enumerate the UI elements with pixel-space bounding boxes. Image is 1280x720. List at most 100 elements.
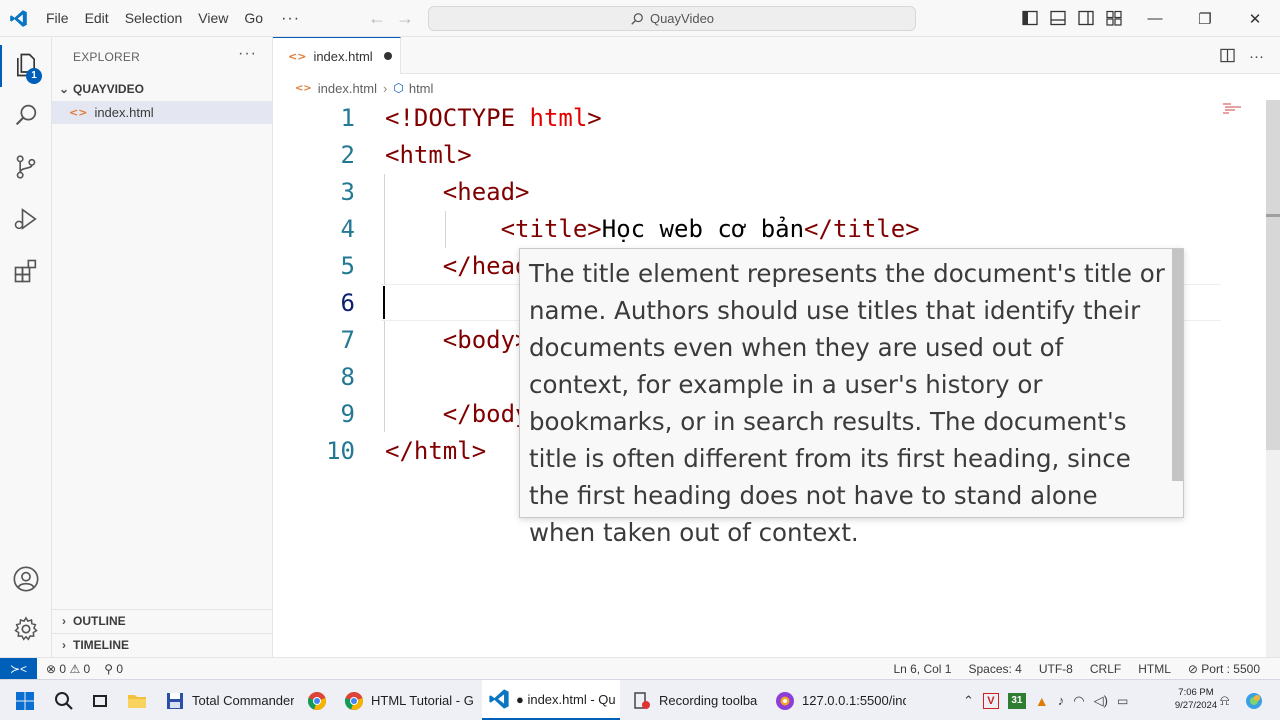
taskbar-label: ● index.html - Qu <box>516 691 616 707</box>
activity-explorer[interactable]: 1 <box>0 41 52 89</box>
calendar-icon[interactable]: 31 <box>1007 692 1026 709</box>
split-editor-icon[interactable] <box>1220 48 1235 63</box>
battery-icon[interactable]: ▭ <box>1117 694 1128 708</box>
sidebar-more-icon[interactable]: ··· <box>238 45 257 63</box>
activity-manage[interactable] <box>0 605 52 653</box>
folder-quayvideo[interactable]: ⌄ QUAYVIDEO <box>52 78 273 100</box>
chevron-right-icon: › <box>62 637 66 652</box>
customize-layout-icon[interactable] <box>1106 10 1122 26</box>
copilot-button[interactable] <box>1243 680 1269 720</box>
sidebar-title: EXPLORER <box>73 50 140 64</box>
live-server-port[interactable]: ⊘ Port : 5500 <box>1188 662 1260 676</box>
timeline-section[interactable]: › TIMELINE <box>52 633 273 655</box>
minimize-icon[interactable]: — <box>1130 0 1180 37</box>
indentation[interactable]: Spaces: 4 <box>968 662 1021 676</box>
taskbar-label: Recording toolba <box>659 693 758 708</box>
toggle-secondary-sidebar-icon[interactable] <box>1078 10 1094 26</box>
code-line[interactable]: 4 <title>Học web cơ bản</title> <box>273 211 1263 248</box>
taskbar-label: 127.0.0.1:5500/ind <box>802 693 906 708</box>
taskbar-chrome[interactable] <box>306 680 332 720</box>
menu-selection[interactable]: Selection <box>117 0 191 37</box>
tray-warning-icon[interactable]: ▲ <box>1035 693 1049 709</box>
file-index-html[interactable]: <> index.html <box>52 101 273 124</box>
notifications-button[interactable]: ⍾ <box>1220 680 1240 720</box>
menu-file[interactable]: File <box>38 0 77 37</box>
hover-tooltip: The title element represents the documen… <box>519 248 1184 547</box>
end-of-line[interactable]: CRLF <box>1090 662 1121 676</box>
hover-scrollbar[interactable] <box>1172 249 1183 481</box>
editor-scrollbar-thumb[interactable] <box>1266 100 1280 450</box>
taskbar-html-tutorial[interactable]: HTML Tutorial - G <box>343 680 474 720</box>
wifi-icon[interactable]: ◠ <box>1073 693 1084 709</box>
line-number: 10 <box>326 437 355 465</box>
tab-index-html[interactable]: <> index.html <box>273 37 401 74</box>
outline-label: OUTLINE <box>73 613 126 628</box>
taskbar-search[interactable] <box>53 680 79 720</box>
html-file-icon: <> <box>69 106 88 119</box>
activity-source-control[interactable] <box>0 143 52 191</box>
system-clock[interactable]: 7:06 PM 9/27/2024 <box>1172 686 1220 712</box>
no-entry-icon: ⊘ <box>1187 662 1198 676</box>
file-explorer-button[interactable] <box>126 680 152 720</box>
menu-go[interactable]: Go <box>236 0 271 37</box>
line-number: 4 <box>340 215 355 243</box>
code-token: Học web cơ bản <box>601 215 805 243</box>
close-icon[interactable]: ✕ <box>1230 0 1280 37</box>
taskbar-total-commander[interactable]: Total Commander <box>164 680 294 720</box>
unsaved-dot-icon[interactable] <box>383 52 392 60</box>
chrome-icon <box>307 691 327 710</box>
bell-icon: ⍾ <box>1220 692 1230 708</box>
line-number: 7 <box>340 326 355 354</box>
code-token: </html> <box>385 437 487 465</box>
taskbar-label: Total Commander <box>192 693 294 708</box>
remote-indicator-icon[interactable]: ≻< <box>0 658 37 680</box>
code-line[interactable]: 3 <head> <box>273 174 1263 211</box>
activity-run-debug[interactable] <box>0 195 52 243</box>
menu-view[interactable]: View <box>190 0 236 37</box>
taskbar-recording-toolbar[interactable]: Recording toolba <box>631 680 761 720</box>
encoding[interactable]: UTF-8 <box>1039 662 1073 676</box>
code-token: <title> <box>500 215 602 243</box>
restore-icon[interactable]: ❐ <box>1180 0 1230 37</box>
volume-icon[interactable]: ◁) <box>1094 693 1108 709</box>
forward-arrow-icon[interactable]: → <box>396 8 414 29</box>
microphone-icon[interactable]: ♪ <box>1058 693 1065 708</box>
taskbar-live-server-page[interactable]: 127.0.0.1:5500/ind <box>774 680 906 720</box>
command-center-search[interactable]: QuayVideo <box>428 6 916 31</box>
activity-extensions[interactable] <box>0 247 52 295</box>
menu-more-icon[interactable]: ··· <box>271 10 310 28</box>
activity-accounts[interactable] <box>0 555 52 603</box>
command-center-label: QuayVideo <box>649 11 715 26</box>
code-line[interactable]: 1 <!DOCTYPE html> <box>273 100 1263 137</box>
tray-overflow-icon[interactable]: ⌃ <box>963 693 974 709</box>
activity-search[interactable] <box>0 91 52 139</box>
outline-section[interactable]: › OUTLINE <box>52 609 273 631</box>
problems-status[interactable]: ⊗ 0 ⚠ 0 <box>46 662 90 676</box>
toggle-primary-sidebar-icon[interactable] <box>1022 10 1038 26</box>
hover-text: The title element represents the documen… <box>529 259 1165 547</box>
search-icon <box>631 12 643 25</box>
language-mode[interactable]: HTML <box>1138 662 1171 676</box>
start-button[interactable] <box>14 680 40 720</box>
tray-app-icon[interactable]: V <box>982 692 999 709</box>
cursor-position[interactable]: Ln 6, Col 1 <box>893 662 951 676</box>
task-view-button[interactable] <box>89 680 115 720</box>
back-arrow-icon[interactable]: ← <box>368 8 386 29</box>
taskbar-vscode[interactable]: ● index.html - Qu <box>482 680 620 720</box>
code-token: <head> <box>442 178 530 206</box>
more-actions-icon[interactable]: ··· <box>1249 48 1264 65</box>
broadcast-icon: ⚲ <box>104 662 114 676</box>
copilot-icon <box>1246 692 1262 709</box>
breadcrumb-file[interactable]: index.html <box>318 81 377 96</box>
vscode-logo-icon <box>10 10 27 27</box>
breadcrumb-element[interactable]: html <box>409 81 434 96</box>
port-label: Port : 5500 <box>1201 662 1260 676</box>
warning-count: 0 <box>83 662 91 676</box>
minimap[interactable] <box>1223 102 1243 114</box>
ports-status[interactable]: ⚲ 0 <box>104 662 123 676</box>
code-token: html <box>529 104 588 132</box>
code-line[interactable]: 2 <html> <box>273 137 1263 174</box>
menu-edit[interactable]: Edit <box>77 0 117 37</box>
toggle-panel-icon[interactable] <box>1050 10 1066 26</box>
